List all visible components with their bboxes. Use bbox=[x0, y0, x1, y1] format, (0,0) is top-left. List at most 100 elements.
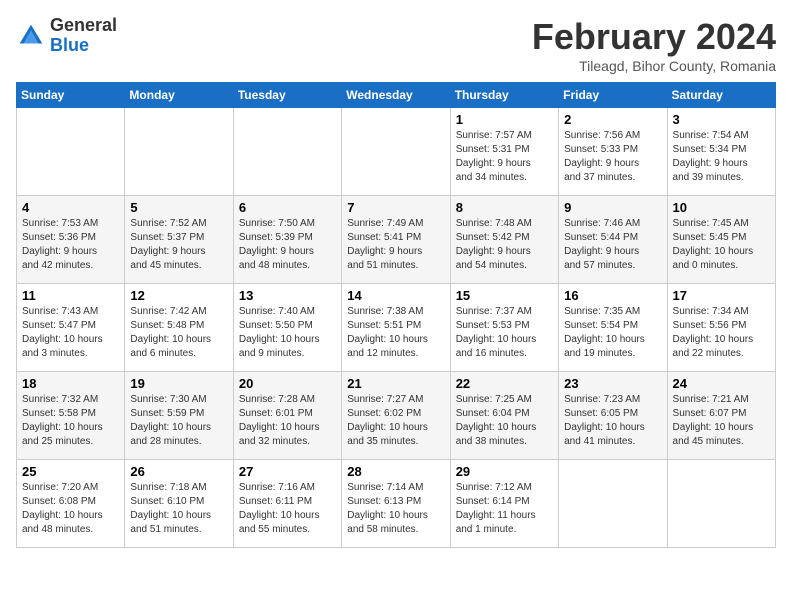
day-info: Sunrise: 7:45 AMSunset: 5:45 PMDaylight:… bbox=[673, 217, 770, 273]
calendar-cell: 20 Sunrise: 7:28 AMSunset: 6:01 PMDayligh… bbox=[233, 372, 341, 460]
day-number: 27 bbox=[239, 464, 336, 479]
day-info: Sunrise: 7:20 AMSunset: 6:08 PMDaylight:… bbox=[22, 481, 119, 537]
calendar-cell: 26Sunrise: 7:18 AMSunset: 6:10 PMDayligh… bbox=[125, 460, 233, 548]
calendar-cell: 2Sunrise: 7:56 AMSunset: 5:33 PMDaylight… bbox=[559, 108, 667, 196]
calendar-cell bbox=[342, 108, 450, 196]
header-wednesday: Wednesday bbox=[342, 83, 450, 108]
calendar-cell: 18 Sunrise: 7:32 AMSunset: 5:58 PMDayligh… bbox=[17, 372, 125, 460]
day-number: 9 bbox=[564, 200, 661, 215]
header-sunday: Sunday bbox=[17, 83, 125, 108]
calendar-cell: 15 Sunrise: 7:37 AMSunset: 5:53 PMDayligh… bbox=[450, 284, 558, 372]
calendar-cell: 24Sunrise: 7:21 AMSunset: 6:07 PMDayligh… bbox=[667, 372, 775, 460]
day-info: Sunrise: 7:27 AMSunset: 6:02 PMDaylight:… bbox=[347, 393, 444, 449]
day-info: Sunrise: 7:52 AMSunset: 5:37 PMDaylight:… bbox=[130, 217, 227, 273]
day-info: Sunrise: 7:42 AMSunset: 5:48 PMDaylight:… bbox=[130, 305, 227, 361]
calendar-body: 1Sunrise: 7:57 AMSunset: 5:31 PMDaylight… bbox=[17, 108, 776, 548]
day-info: Sunrise: 7:50 AMSunset: 5:39 PMDaylight:… bbox=[239, 217, 336, 273]
day-number: 12 bbox=[130, 288, 227, 303]
day-info: Sunrise: 7:28 AMSunset: 6:01 PMDaylight:… bbox=[239, 393, 336, 449]
calendar-cell: 14 Sunrise: 7:38 AMSunset: 5:51 PMDayligh… bbox=[342, 284, 450, 372]
calendar-cell: 3Sunrise: 7:54 AMSunset: 5:34 PMDaylight… bbox=[667, 108, 775, 196]
calendar-cell: 12 Sunrise: 7:42 AMSunset: 5:48 PMDayligh… bbox=[125, 284, 233, 372]
day-info: Sunrise: 7:25 AMSunset: 6:04 PMDaylight:… bbox=[456, 393, 553, 449]
calendar-cell bbox=[559, 460, 667, 548]
day-info: Sunrise: 7:14 AMSunset: 6:13 PMDaylight:… bbox=[347, 481, 444, 537]
calendar-cell: 7Sunrise: 7:49 AMSunset: 5:41 PMDaylight… bbox=[342, 196, 450, 284]
day-info: Sunrise: 7:37 AMSunset: 5:53 PMDaylight:… bbox=[456, 305, 553, 361]
day-number: 4 bbox=[22, 200, 119, 215]
day-info: Sunrise: 7:40 AMSunset: 5:50 PMDaylight:… bbox=[239, 305, 336, 361]
header-thursday: Thursday bbox=[450, 83, 558, 108]
day-number: 2 bbox=[564, 112, 661, 127]
day-number: 29 bbox=[456, 464, 553, 479]
week-row-3: 18 Sunrise: 7:32 AMSunset: 5:58 PMDayligh… bbox=[17, 372, 776, 460]
day-number: 18 bbox=[22, 376, 119, 391]
calendar-cell: 16 Sunrise: 7:35 AMSunset: 5:54 PMDayligh… bbox=[559, 284, 667, 372]
calendar-cell: 25 Sunrise: 7:20 AMSunset: 6:08 PMDayligh… bbox=[17, 460, 125, 548]
day-info: Sunrise: 7:46 AMSunset: 5:44 PMDaylight:… bbox=[564, 217, 661, 273]
day-number: 16 bbox=[564, 288, 661, 303]
calendar-cell: 28 Sunrise: 7:14 AMSunset: 6:13 PMDayligh… bbox=[342, 460, 450, 548]
calendar-cell: 27 Sunrise: 7:16 AMSunset: 6:11 PMDayligh… bbox=[233, 460, 341, 548]
day-info: Sunrise: 7:12 AMSunset: 6:14 PMDaylight:… bbox=[456, 481, 553, 537]
day-info: Sunrise: 7:23 AMSunset: 6:05 PMDaylight:… bbox=[564, 393, 661, 449]
day-info: Sunrise: 7:49 AMSunset: 5:41 PMDaylight:… bbox=[347, 217, 444, 273]
day-info: Sunrise: 7:57 AMSunset: 5:31 PMDaylight:… bbox=[456, 129, 553, 185]
day-number: 25 bbox=[22, 464, 119, 479]
week-row-2: 11 Sunrise: 7:43 AMSunset: 5:47 PMDayligh… bbox=[17, 284, 776, 372]
calendar: SundayMondayTuesdayWednesdayThursdayFrid… bbox=[16, 82, 776, 548]
calendar-cell: 1Sunrise: 7:57 AMSunset: 5:31 PMDaylight… bbox=[450, 108, 558, 196]
calendar-cell: 9 Sunrise: 7:46 AMSunset: 5:44 PMDaylight… bbox=[559, 196, 667, 284]
logo-general: General bbox=[50, 15, 117, 35]
day-number: 15 bbox=[456, 288, 553, 303]
calendar-cell: 19 Sunrise: 7:30 AMSunset: 5:59 PMDayligh… bbox=[125, 372, 233, 460]
week-row-0: 1Sunrise: 7:57 AMSunset: 5:31 PMDaylight… bbox=[17, 108, 776, 196]
logo: General Blue bbox=[16, 16, 117, 56]
month-title: February 2024 bbox=[532, 16, 776, 58]
day-number: 17 bbox=[673, 288, 770, 303]
day-info: Sunrise: 7:38 AMSunset: 5:51 PMDaylight:… bbox=[347, 305, 444, 361]
calendar-cell: 8 Sunrise: 7:48 AMSunset: 5:42 PMDaylight… bbox=[450, 196, 558, 284]
day-info: Sunrise: 7:30 AMSunset: 5:59 PMDaylight:… bbox=[130, 393, 227, 449]
day-info: Sunrise: 7:32 AMSunset: 5:58 PMDaylight:… bbox=[22, 393, 119, 449]
day-number: 20 bbox=[239, 376, 336, 391]
day-number: 24 bbox=[673, 376, 770, 391]
day-info: Sunrise: 7:43 AMSunset: 5:47 PMDaylight:… bbox=[22, 305, 119, 361]
day-number: 28 bbox=[347, 464, 444, 479]
calendar-cell: 17Sunrise: 7:34 AMSunset: 5:56 PMDayligh… bbox=[667, 284, 775, 372]
calendar-cell: 11 Sunrise: 7:43 AMSunset: 5:47 PMDayligh… bbox=[17, 284, 125, 372]
subtitle: Tileagd, Bihor County, Romania bbox=[532, 58, 776, 74]
calendar-cell: 22 Sunrise: 7:25 AMSunset: 6:04 PMDayligh… bbox=[450, 372, 558, 460]
calendar-cell: 29 Sunrise: 7:12 AMSunset: 6:14 PMDayligh… bbox=[450, 460, 558, 548]
calendar-cell bbox=[233, 108, 341, 196]
day-info: Sunrise: 7:54 AMSunset: 5:34 PMDaylight:… bbox=[673, 129, 770, 185]
header-saturday: Saturday bbox=[667, 83, 775, 108]
logo-icon bbox=[16, 21, 46, 51]
calendar-cell: 5Sunrise: 7:52 AMSunset: 5:37 PMDaylight… bbox=[125, 196, 233, 284]
calendar-cell: 21 Sunrise: 7:27 AMSunset: 6:02 PMDayligh… bbox=[342, 372, 450, 460]
day-number: 26 bbox=[130, 464, 227, 479]
day-number: 14 bbox=[347, 288, 444, 303]
day-info: Sunrise: 7:16 AMSunset: 6:11 PMDaylight:… bbox=[239, 481, 336, 537]
day-number: 11 bbox=[22, 288, 119, 303]
day-number: 22 bbox=[456, 376, 553, 391]
header-tuesday: Tuesday bbox=[233, 83, 341, 108]
header-row: SundayMondayTuesdayWednesdayThursdayFrid… bbox=[17, 83, 776, 108]
header: General Blue February 2024 Tileagd, Biho… bbox=[16, 16, 776, 74]
day-number: 23 bbox=[564, 376, 661, 391]
calendar-cell bbox=[125, 108, 233, 196]
day-number: 10 bbox=[673, 200, 770, 215]
header-monday: Monday bbox=[125, 83, 233, 108]
day-number: 21 bbox=[347, 376, 444, 391]
calendar-cell: 13 Sunrise: 7:40 AMSunset: 5:50 PMDayligh… bbox=[233, 284, 341, 372]
day-number: 8 bbox=[456, 200, 553, 215]
calendar-cell bbox=[667, 460, 775, 548]
day-number: 19 bbox=[130, 376, 227, 391]
day-number: 6 bbox=[239, 200, 336, 215]
day-info: Sunrise: 7:48 AMSunset: 5:42 PMDaylight:… bbox=[456, 217, 553, 273]
calendar-cell: 4Sunrise: 7:53 AMSunset: 5:36 PMDaylight… bbox=[17, 196, 125, 284]
calendar-cell: 10 Sunrise: 7:45 AMSunset: 5:45 PMDayligh… bbox=[667, 196, 775, 284]
day-info: Sunrise: 7:35 AMSunset: 5:54 PMDaylight:… bbox=[564, 305, 661, 361]
calendar-cell: 6 Sunrise: 7:50 AMSunset: 5:39 PMDaylight… bbox=[233, 196, 341, 284]
day-number: 13 bbox=[239, 288, 336, 303]
